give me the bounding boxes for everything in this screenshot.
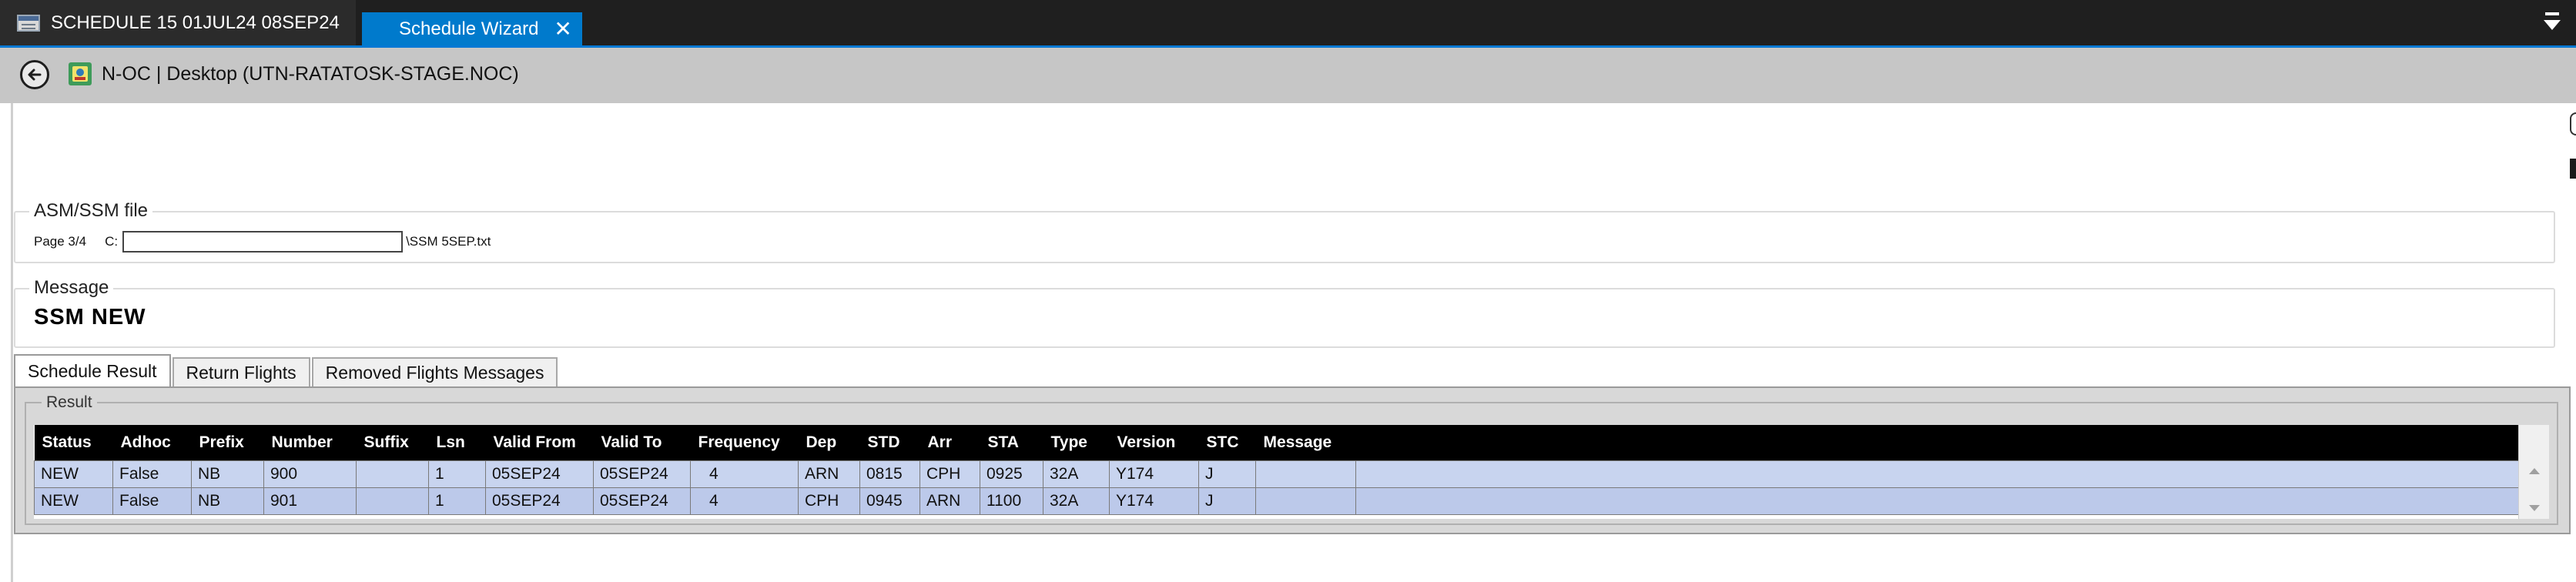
navigation-bar: N-OC | Desktop (UTN-RATATOSK-STAGE.NOC) <box>0 48 2576 103</box>
cell-sta[interactable]: 0925 <box>980 460 1043 488</box>
column-header[interactable]: Number <box>263 425 357 461</box>
cell-std[interactable]: 0815 <box>859 460 920 488</box>
column-header[interactable]: Valid To <box>593 425 691 461</box>
cell-status[interactable]: NEW <box>34 460 113 488</box>
cell-std[interactable]: 0945 <box>859 487 920 515</box>
message-label: Message <box>29 277 114 299</box>
cell-prefix[interactable]: NB <box>191 460 264 488</box>
file-row: Page 3/4 C: \SSM 5SEP.txt <box>34 231 491 253</box>
cell-arr[interactable]: CPH <box>920 460 980 488</box>
schedule-result-panel: Result Status Adhoc Prefix Number Suffix… <box>14 386 2571 534</box>
message-text: SSM NEW <box>34 305 146 329</box>
cell-frequency[interactable]: 4 <box>690 487 799 515</box>
result-label: Result <box>42 393 97 412</box>
document-tab[interactable]: SCHEDULE 15 01JUL24 08SEP24 <box>0 0 356 45</box>
column-header[interactable]: Adhoc <box>112 425 192 461</box>
left-border <box>11 103 13 582</box>
cell-adhoc[interactable]: False <box>112 487 192 515</box>
calendar-icon <box>17 14 40 32</box>
cell-dep[interactable]: ARN <box>798 460 860 488</box>
table-row[interactable]: NEW False NB 900 1 05SEP24 05SEP24 4 ARN… <box>34 460 2518 488</box>
cell-version[interactable]: Y174 <box>1109 487 1199 515</box>
cell-version[interactable]: Y174 <box>1109 460 1199 488</box>
cell-type[interactable]: 32A <box>1043 487 1110 515</box>
cell-message[interactable] <box>1255 487 1356 515</box>
back-arrow-icon <box>28 69 42 81</box>
column-header[interactable]: Type <box>1043 425 1110 461</box>
cell-stc[interactable]: J <box>1198 487 1256 515</box>
cell-adhoc[interactable]: False <box>112 460 192 488</box>
cell-suffix[interactable] <box>356 487 429 515</box>
cell-valid-from[interactable]: 05SEP24 <box>485 460 594 488</box>
cell-filler <box>1355 487 2518 515</box>
cell-dep[interactable]: CPH <box>798 487 860 515</box>
column-header[interactable]: Frequency <box>690 425 799 461</box>
vertical-scrollbar[interactable] <box>2518 425 2549 519</box>
cell-suffix[interactable] <box>356 460 429 488</box>
title-bar: SCHEDULE 15 01JUL24 08SEP24 Schedule Wiz… <box>0 0 2576 48</box>
cell-status[interactable]: NEW <box>34 487 113 515</box>
column-header[interactable]: Valid From <box>485 425 594 461</box>
column-header[interactable]: Arr <box>920 425 980 461</box>
file-name: \SSM 5SEP.txt <box>406 234 491 249</box>
result-grid: Status Adhoc Prefix Number Suffix Lsn Va… <box>34 425 2549 519</box>
cell-arr[interactable]: ARN <box>920 487 980 515</box>
result-tabs: Schedule Result Return Flights Removed F… <box>14 354 559 386</box>
cell-frequency[interactable]: 4 <box>690 460 799 488</box>
cell-stc[interactable]: J <box>1198 460 1256 488</box>
message-group: Message SSM NEW <box>14 277 2555 348</box>
column-header[interactable]: Suffix <box>356 425 429 461</box>
column-header[interactable]: Lsn <box>428 425 486 461</box>
cell-sta[interactable]: 1100 <box>980 487 1043 515</box>
location-text: N-OC | Desktop (UTN-RATATOSK-STAGE.NOC) <box>102 63 519 85</box>
column-header[interactable]: Version <box>1109 425 1199 461</box>
drive-label: C: <box>105 234 119 249</box>
schedule-wizard-tab[interactable]: Schedule Wizard ✕ <box>362 12 582 45</box>
table-row[interactable]: NEW False NB 901 1 05SEP24 05SEP24 4 CPH… <box>34 487 2518 515</box>
tab-return-flights[interactable]: Return Flights <box>172 357 310 386</box>
cell-lsn[interactable]: 1 <box>428 460 486 488</box>
page-indicator: Page 3/4 <box>34 234 87 249</box>
cell-lsn[interactable]: 1 <box>428 487 486 515</box>
result-table: Status Adhoc Prefix Number Suffix Lsn Va… <box>34 425 2518 515</box>
file-path-input[interactable] <box>122 231 404 253</box>
cell-valid-from[interactable]: 05SEP24 <box>485 487 594 515</box>
column-header[interactable]: Dep <box>798 425 860 461</box>
schedule-wizard-tab-label: Schedule Wizard <box>399 18 539 39</box>
side-handle[interactable] <box>2570 112 2576 135</box>
scroll-down-icon[interactable] <box>2529 505 2540 511</box>
column-header[interactable]: Status <box>34 425 113 461</box>
asm-file-group: ASM/SSM file Page 3/4 C: \SSM 5SEP.txt <box>14 200 2555 263</box>
tab-removed-flights-messages[interactable]: Removed Flights Messages <box>311 357 558 386</box>
side-marker <box>2570 159 2576 179</box>
cell-type[interactable]: 32A <box>1043 460 1110 488</box>
menu-arrow-icon[interactable] <box>2544 12 2561 32</box>
cell-filler <box>1355 460 2518 488</box>
asm-file-label: ASM/SSM file <box>29 200 153 222</box>
back-button[interactable] <box>20 60 49 89</box>
result-group: Result Status Adhoc Prefix Number Suffix… <box>25 393 2558 525</box>
cell-valid-to[interactable]: 05SEP24 <box>593 460 691 488</box>
cell-valid-to[interactable]: 05SEP24 <box>593 487 691 515</box>
column-header[interactable]: STA <box>980 425 1043 461</box>
column-header[interactable]: Prefix <box>191 425 264 461</box>
column-header-filler <box>1355 425 2518 461</box>
close-icon[interactable]: ✕ <box>554 18 571 40</box>
column-header[interactable]: STC <box>1198 425 1256 461</box>
cell-message[interactable] <box>1255 460 1356 488</box>
tab-schedule-result[interactable]: Schedule Result <box>14 354 171 386</box>
column-header[interactable]: STD <box>859 425 920 461</box>
column-header[interactable]: Message <box>1255 425 1356 461</box>
table-header-row: Status Adhoc Prefix Number Suffix Lsn Va… <box>34 425 2518 461</box>
cell-number[interactable]: 900 <box>263 460 357 488</box>
cell-prefix[interactable]: NB <box>191 487 264 515</box>
cell-number[interactable]: 901 <box>263 487 357 515</box>
app-icon <box>69 62 92 85</box>
document-tab-label: SCHEDULE 15 01JUL24 08SEP24 <box>51 12 340 33</box>
scroll-up-icon[interactable] <box>2529 468 2540 474</box>
